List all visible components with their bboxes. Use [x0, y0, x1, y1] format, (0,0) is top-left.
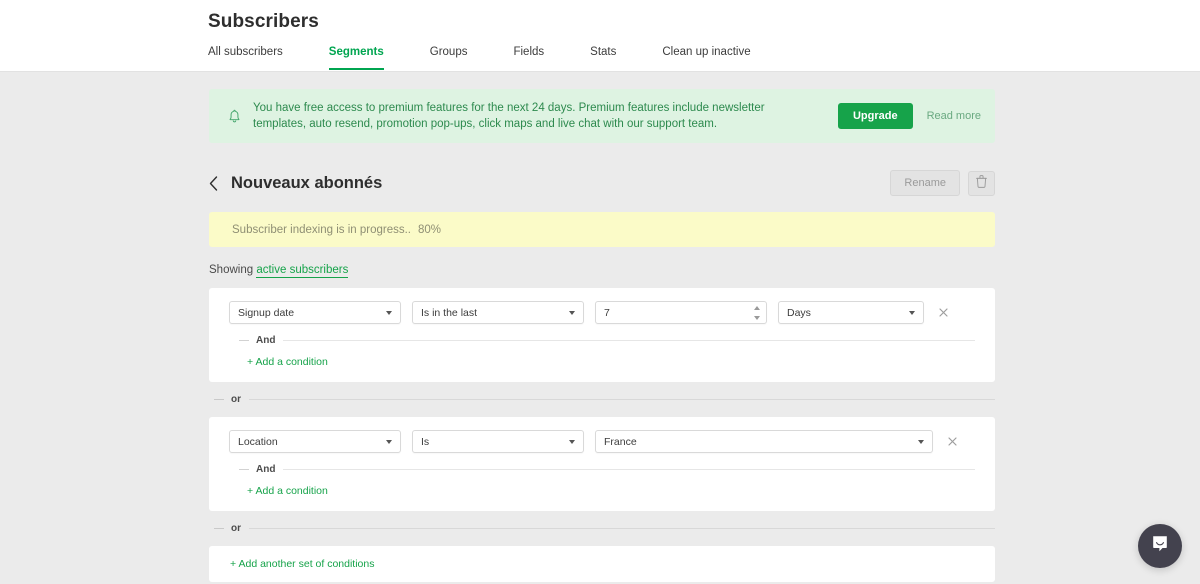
upgrade-button[interactable]: Upgrade [837, 103, 913, 129]
divider-dash [214, 528, 224, 529]
divider-line [249, 528, 995, 529]
stepper-down-icon[interactable] [753, 315, 760, 320]
or-label: or [231, 394, 241, 405]
condition-unit-select[interactable]: Days [778, 301, 924, 324]
bell-icon [223, 109, 245, 124]
trash-icon [976, 175, 987, 191]
page-content: You have free access to premium features… [0, 72, 1200, 584]
tab-segments[interactable]: Segments [328, 42, 384, 70]
condition-operator-value: Is [421, 435, 430, 448]
showing-prefix: Showing [209, 264, 254, 276]
chevron-down-icon [386, 439, 392, 444]
chevron-down-icon [569, 439, 575, 444]
condition-group-1: Signup date Is in the last 7 Days And + … [209, 288, 995, 382]
premium-promo-banner: You have free access to premium features… [209, 89, 995, 143]
segment-header-actions: Rename [890, 170, 995, 196]
condition-field-select[interactable]: Signup date [229, 301, 401, 324]
and-label: And [256, 464, 276, 475]
promo-actions: Upgrade Read more [837, 103, 981, 129]
divider-dash [239, 469, 249, 470]
condition-field-value: Signup date [238, 306, 295, 319]
showing-row: Showing active subscribers [209, 264, 995, 278]
add-another-set-link[interactable]: + Add another set of conditions [230, 558, 374, 570]
page-header: Subscribers All subscribers Segments Gro… [0, 0, 1200, 72]
remove-condition-button[interactable] [945, 435, 959, 449]
tab-stats[interactable]: Stats [590, 42, 616, 70]
stepper-up-icon[interactable] [753, 305, 760, 310]
chevron-down-icon [569, 310, 575, 315]
condition-operator-select[interactable]: Is [412, 430, 584, 453]
condition-row: Location Is France [229, 430, 975, 453]
add-condition-link[interactable]: + Add a condition [247, 356, 975, 368]
condition-value-select[interactable]: France [595, 430, 933, 453]
chevron-down-icon [386, 310, 392, 315]
and-divider: And [229, 335, 975, 346]
condition-number-input[interactable]: 7 [595, 301, 767, 324]
condition-field-select[interactable]: Location [229, 430, 401, 453]
chevron-down-icon [918, 439, 924, 444]
active-subscribers-link[interactable]: active subscribers [256, 264, 349, 278]
segment-header: Nouveaux abonnés Rename [209, 169, 995, 197]
add-another-set-card: + Add another set of conditions [209, 546, 995, 582]
divider-line [283, 469, 975, 470]
divider-dash [239, 340, 249, 341]
and-label: And [256, 335, 276, 346]
and-divider: And [229, 464, 975, 475]
chevron-down-icon [909, 310, 915, 315]
indexing-status-banner: Subscriber indexing is in progress.. 80% [209, 212, 995, 247]
tab-groups[interactable]: Groups [430, 42, 468, 70]
chat-bubble-icon [1150, 534, 1170, 559]
divider-dash [214, 399, 224, 400]
promo-message: You have free access to premium features… [253, 102, 765, 130]
divider-line [249, 399, 995, 400]
number-stepper[interactable] [752, 305, 761, 320]
content-column: You have free access to premium features… [209, 89, 995, 584]
tab-all-subscribers[interactable]: All subscribers [208, 42, 283, 70]
indexing-message: Subscriber indexing is in progress.. [232, 223, 411, 236]
or-label: or [231, 523, 241, 534]
condition-unit-value: Days [787, 306, 811, 319]
intercom-launcher-button[interactable] [1138, 524, 1182, 568]
delete-segment-button[interactable] [968, 170, 995, 196]
read-more-link[interactable]: Read more [927, 110, 981, 122]
rename-button[interactable]: Rename [890, 170, 960, 196]
add-condition-link[interactable]: + Add a condition [247, 485, 975, 497]
condition-value-value: France [604, 435, 637, 448]
main-tabs: All subscribers Segments Groups Fields S… [208, 42, 797, 70]
condition-operator-select[interactable]: Is in the last [412, 301, 584, 324]
tab-fields[interactable]: Fields [513, 42, 544, 70]
remove-condition-button[interactable] [936, 306, 950, 320]
condition-operator-value: Is in the last [421, 306, 478, 319]
segment-name: Nouveaux abonnés [231, 173, 383, 192]
indexing-percent: 80% [417, 223, 442, 236]
chevron-left-icon[interactable] [209, 174, 224, 192]
condition-number-value: 7 [604, 306, 610, 319]
or-divider-2: or [209, 523, 995, 534]
condition-row: Signup date Is in the last 7 Days [229, 301, 975, 324]
condition-group-2: Location Is France And + Add a condition [209, 417, 995, 511]
divider-line [283, 340, 975, 341]
page-title: Subscribers [208, 11, 319, 32]
condition-field-value: Location [238, 435, 278, 448]
tab-clean-up-inactive[interactable]: Clean up inactive [662, 42, 750, 70]
or-divider-1: or [209, 394, 995, 405]
